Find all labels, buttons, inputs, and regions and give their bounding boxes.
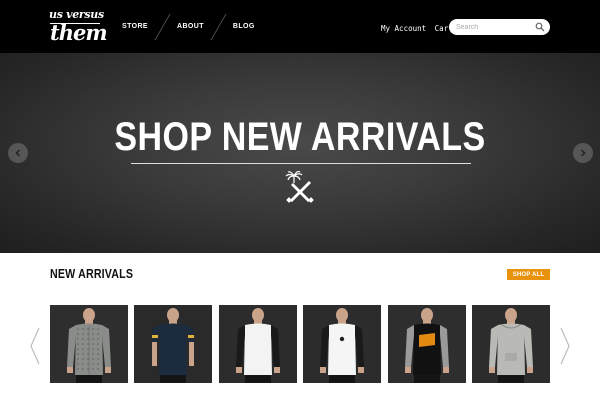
product-image (152, 308, 194, 383)
carousel-next-arrow[interactable] (559, 327, 571, 365)
my-account-link[interactable]: My Account (381, 24, 426, 33)
nav-item-store[interactable]: STORE (122, 23, 148, 30)
chevron-right-icon (580, 149, 586, 157)
product-image (405, 308, 449, 383)
search-icon[interactable] (535, 22, 545, 32)
product-image (320, 308, 364, 383)
product-image (236, 308, 280, 383)
product-card[interactable] (388, 305, 466, 383)
chevron-left-icon (15, 149, 21, 157)
nav-item-blog[interactable]: BLOG (233, 23, 255, 30)
search-input[interactable] (456, 21, 536, 33)
site-header: us versus them STORE ABOUT BLOG My Accou… (0, 0, 600, 53)
product-card[interactable] (219, 305, 297, 383)
palm-machete-icon (285, 171, 314, 203)
hero-banner[interactable]: SHOP NEW ARRIVALS (0, 53, 600, 253)
carousel-prev-arrow[interactable] (29, 327, 41, 365)
nav-item-about[interactable]: ABOUT (177, 23, 204, 30)
search-box (449, 19, 550, 35)
product-card[interactable] (134, 305, 212, 383)
product-image (489, 308, 533, 383)
site-logo[interactable]: us versus them (49, 8, 108, 45)
hero-divider (131, 163, 471, 164)
hero-next-button[interactable] (573, 143, 593, 163)
main-nav: STORE ABOUT BLOG (122, 0, 255, 53)
nav-divider (210, 13, 227, 40)
product-carousel (50, 305, 550, 383)
product-card[interactable] (50, 305, 128, 383)
account-links: My Account Cart (381, 24, 453, 33)
section-title: NEW ARRIVALS (50, 266, 134, 281)
product-card[interactable] (472, 305, 550, 383)
logo-line2: them (50, 20, 108, 45)
hero-prev-button[interactable] (8, 143, 28, 163)
shop-all-button[interactable]: SHOP ALL (507, 269, 550, 280)
nav-divider (154, 13, 171, 40)
product-image (67, 308, 111, 383)
hero-title: SHOP NEW ARRIVALS (114, 115, 486, 159)
product-card[interactable] (303, 305, 381, 383)
